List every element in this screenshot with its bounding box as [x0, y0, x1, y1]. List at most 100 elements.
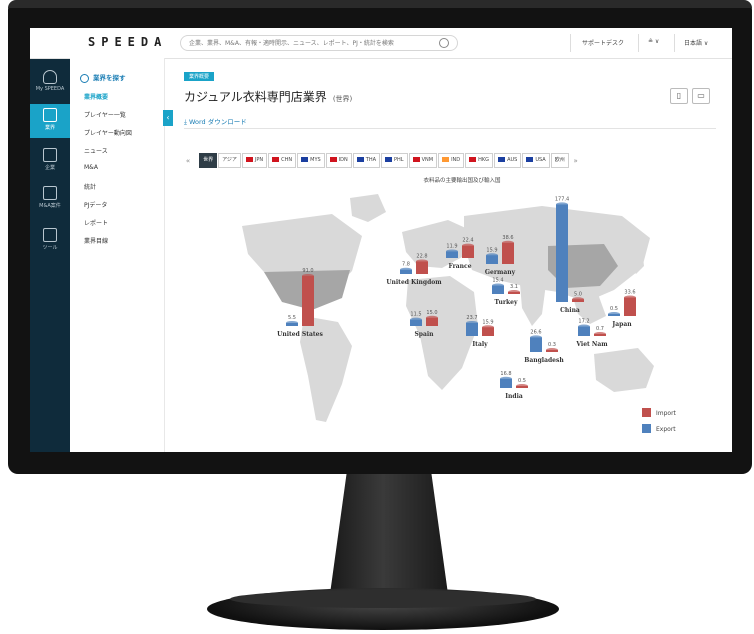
region-tab-label: 欧州 [554, 157, 565, 163]
building-icon [43, 148, 57, 162]
section-badge: 業界概要 [184, 72, 215, 81]
region-tab[interactable]: USA [522, 153, 550, 168]
region-tab-label: IND [451, 157, 461, 163]
bookmark-button[interactable]: ▯ [670, 88, 688, 104]
region-tab[interactable]: MYS [297, 153, 325, 168]
data-label: 26.6 [530, 329, 541, 335]
country-label: United States [277, 331, 323, 338]
data-label: 23.7 [466, 315, 477, 321]
region-tab-label: PHL [394, 157, 404, 163]
submenu-item-statistics[interactable]: 統計 [84, 182, 96, 191]
region-tab[interactable]: 欧州 [550, 153, 569, 168]
collapse-submenu-button[interactable]: ‹ [163, 110, 173, 126]
import-bar-cap [416, 259, 428, 264]
region-tab[interactable]: VNM [408, 153, 438, 168]
import-bar [502, 242, 514, 264]
flag-icon [412, 157, 420, 162]
legend-swatch [642, 408, 651, 417]
data-label: 11.5 [410, 312, 421, 318]
flag-icon [498, 157, 506, 162]
monitor-highlight [8, 0, 752, 8]
flag-icon [442, 157, 450, 162]
import-bar-cap [624, 295, 636, 300]
flag-icon [272, 157, 280, 162]
region-tab[interactable]: JPN [241, 153, 268, 168]
data-label: 17.2 [578, 319, 589, 325]
region-tab-label: HKG [478, 157, 490, 163]
country-label: France [448, 263, 471, 270]
country-label: Spain [414, 331, 434, 338]
data-label: 22.8 [416, 253, 427, 259]
country-label: Turkey [495, 299, 518, 306]
region-tab[interactable]: IDN [325, 153, 352, 168]
region-tab[interactable]: アジア [218, 153, 241, 168]
export-bar-cap [500, 376, 512, 381]
import-bar [302, 275, 314, 326]
trade-chart: 衣料品の主要輸出国及び輸入国 5.5 91.0 United States 7.… [202, 176, 722, 452]
tabs-scroll-right-icon[interactable]: » [570, 157, 582, 165]
country-label: Bangladesh [524, 357, 564, 364]
document-icon [43, 108, 57, 122]
india-shape [520, 284, 546, 326]
search-icon [80, 73, 89, 83]
language-select[interactable]: 日本語 ∨ [684, 38, 708, 47]
divider [638, 34, 639, 52]
flag-icon [245, 157, 253, 162]
data-label: 0.5 [518, 378, 526, 384]
data-label: 0.5 [610, 306, 618, 312]
submenu-item-player-list[interactable]: プレイヤー一覧 [84, 110, 126, 119]
global-search-input[interactable]: 企業、業界、M&A、有報・適時開示、ニュース、レポート、PJ・統計を検索 [180, 35, 458, 51]
nav-my-speeda[interactable]: My SPEEDA [30, 66, 70, 100]
legend-swatch [642, 424, 651, 433]
data-label: 3.1 [510, 284, 518, 290]
submenu-item-player-map[interactable]: プレイヤー動向図 [84, 128, 132, 137]
data-label: 91.0 [302, 268, 313, 274]
submenu-item-ma[interactable]: M&A [84, 164, 98, 171]
export-bar-cap [530, 335, 542, 340]
nav-company[interactable]: 企業 [30, 144, 70, 178]
transaction-icon [43, 186, 57, 200]
data-label: 22.4 [462, 238, 473, 244]
submenu-item-reports[interactable]: レポート [84, 218, 108, 227]
submenu-item-pj-data[interactable]: PJデータ [84, 200, 107, 209]
region-tab[interactable]: AUS [494, 153, 522, 168]
region-tab[interactable]: HKG [465, 153, 494, 168]
export-bar-cap [466, 320, 478, 325]
region-tab[interactable]: THA [352, 153, 381, 168]
support-desk-link[interactable]: サポートデスク [582, 38, 624, 47]
submenu-item-overview[interactable]: 業界概要 [84, 92, 108, 101]
app-screen: My SPEEDA 業界 企業 M&A案件 ツール SPEEDA 企業、業界、M… [30, 28, 732, 452]
country-label: India [505, 393, 523, 400]
import-bar-cap [594, 332, 606, 336]
industry-submenu: 業界を探す 業界概要 プレイヤー一覧 プレイヤー動向図 ニュース M&A 統計 … [70, 58, 165, 452]
data-label: 7.8 [402, 262, 410, 268]
region-tab-label: アジア [222, 157, 237, 163]
data-label: 5.5 [288, 315, 296, 321]
flag-icon [301, 157, 309, 162]
word-download-link[interactable]: ⤓ Word ダウンロード [184, 116, 247, 127]
import-bar [624, 297, 636, 316]
flag-icon [356, 157, 364, 162]
nav-tools[interactable]: ツール [30, 224, 70, 258]
data-label: 15.4 [492, 278, 503, 284]
submenu-item-industry-view[interactable]: 業界目線 [84, 236, 108, 245]
data-label: 177.4 [555, 196, 569, 202]
region-tab[interactable]: CHN [268, 153, 297, 168]
nav-industry[interactable]: 業界 [30, 104, 70, 138]
data-label: 0.3 [548, 342, 556, 348]
import-bar-cap [516, 384, 528, 388]
region-tab[interactable]: IND [438, 153, 465, 168]
data-label: 11.9 [446, 243, 457, 249]
tabs-scroll-left-icon[interactable]: « [182, 157, 194, 165]
user-menu-button[interactable]: ≗ ∨ [648, 38, 659, 45]
comment-button[interactable]: ▭ [692, 88, 710, 104]
region-tab[interactable]: PHL [381, 153, 408, 168]
region-tab[interactable]: 世界 [199, 153, 218, 168]
import-bar-cap [462, 243, 474, 248]
nav-ma-deals[interactable]: M&A案件 [30, 182, 70, 216]
chart-icon [43, 228, 57, 242]
submenu-item-news[interactable]: ニュース [84, 146, 108, 155]
search-icon[interactable] [439, 38, 449, 48]
export-bar-cap [286, 320, 298, 325]
submenu-header[interactable]: 業界を探す [80, 72, 126, 83]
